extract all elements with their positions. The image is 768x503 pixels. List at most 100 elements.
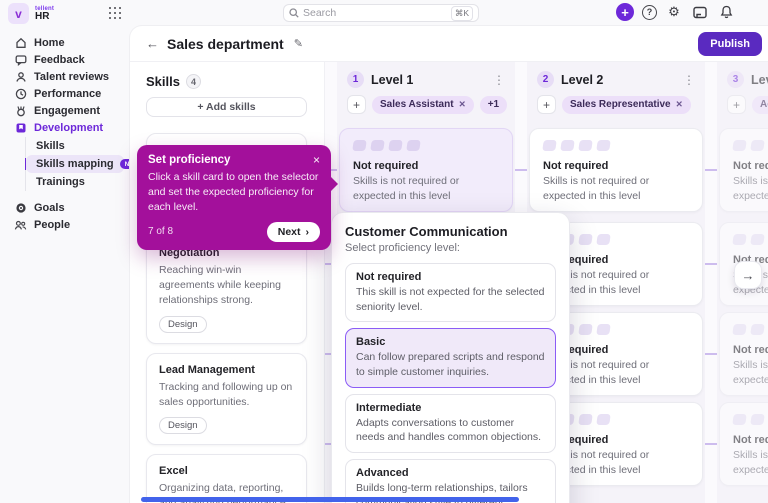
proficiency-pip — [578, 234, 593, 245]
role-chip-label: Sales Assistant — [380, 99, 454, 110]
row-connector — [705, 443, 717, 445]
sidebar-item-skills-mapping[interactable]: Skills mapping NEW — [24, 155, 146, 173]
sidebar-label: Goals — [34, 201, 65, 214]
skill-title: Lead Management — [159, 363, 255, 376]
proficiency-pip — [388, 140, 403, 151]
add-role-button[interactable]: + — [537, 95, 556, 114]
role-chip-label: Account — [760, 99, 768, 110]
role-chip[interactable]: Sales Representative ✕ — [562, 95, 691, 114]
proficiency-cell[interactable]: Not required Skills is not required or e… — [719, 128, 768, 212]
next-button[interactable]: Next › — [266, 221, 320, 242]
notifications-bell-icon[interactable] — [717, 3, 735, 21]
option-not-required[interactable]: Not required This skill is not expected … — [345, 263, 556, 323]
back-arrow-icon[interactable]: ← — [146, 36, 159, 51]
add-role-button[interactable]: + — [347, 95, 366, 114]
chevron-right-icon: › — [305, 225, 310, 238]
option-title: Intermediate — [356, 401, 422, 414]
page-title: Sales department — [167, 35, 284, 52]
row-connector — [705, 353, 717, 355]
skills-count-badge: 4 — [185, 74, 201, 89]
sidebar-label: Performance — [34, 87, 102, 100]
proficiency-pip — [732, 234, 747, 245]
proficiency-pip — [578, 140, 593, 151]
sidebar-item-talent-reviews[interactable]: Talent reviews — [10, 68, 124, 85]
sidebar-item-goals[interactable]: Goals — [10, 199, 124, 216]
skill-card-lead-management[interactable]: Lead Management Tracking and following u… — [146, 352, 307, 446]
add-role-button[interactable]: + — [727, 95, 746, 114]
inbox-icon[interactable] — [691, 3, 709, 21]
sidebar-item-trainings[interactable]: Trainings — [26, 173, 124, 191]
search-input[interactable] — [303, 7, 447, 19]
sidebar-label: Talent reviews — [34, 70, 109, 83]
skill-title: Excel — [159, 465, 188, 478]
publish-button[interactable]: Publish — [698, 31, 762, 56]
option-intermediate[interactable]: Intermediate Adapts conversations to cus… — [345, 393, 556, 454]
sidebar-item-skills[interactable]: Skills — [26, 137, 124, 155]
skill-card-excel[interactable]: Excel Organizing data, reporting, and an… — [146, 454, 307, 503]
row-connector — [705, 263, 717, 265]
sidebar-item-feedback[interactable]: Feedback — [10, 51, 124, 68]
option-title: Not required — [356, 271, 422, 283]
role-chip-overflow[interactable]: +1 — [479, 95, 508, 114]
cell-title: Not required — [543, 160, 609, 172]
kebab-menu-icon[interactable]: ⋮ — [683, 73, 695, 87]
role-chip[interactable]: Sales Assistant ✕ — [372, 95, 474, 114]
search-bar[interactable]: ⌘K — [283, 4, 479, 22]
edit-pencil-icon[interactable]: ✎ — [294, 37, 303, 50]
sidebar-item-people[interactable]: People — [10, 216, 124, 233]
app-logo[interactable]: v tellent HR — [8, 3, 54, 24]
skill-tag: Design — [159, 315, 207, 333]
sidebar-item-performance[interactable]: Performance — [10, 85, 124, 102]
option-title: Basic — [356, 336, 386, 349]
cell-title: Not required — [733, 434, 768, 446]
apps-grid-icon[interactable] — [109, 7, 122, 20]
proficiency-cell[interactable]: Not required Skills is not required or e… — [719, 312, 768, 396]
sidebar-item-engagement[interactable]: Engagement — [10, 102, 124, 119]
add-skills-button[interactable]: + Add skills — [146, 97, 307, 117]
sidebar: Home Feedback Talent reviews Performance… — [0, 26, 146, 503]
skill-card-negotiation[interactable]: Negotiation Reaching win-win agreements … — [146, 236, 307, 344]
row-connector — [705, 169, 717, 171]
cell-description: Skills is not required or expected in th… — [733, 175, 768, 202]
cell-description: Skills is not required or expected in th… — [543, 175, 650, 202]
proficiency-cell[interactable]: Not required Skills is not required or e… — [719, 402, 768, 486]
development-icon — [14, 122, 27, 134]
proficiency-pip — [596, 140, 611, 151]
logo-text: tellent HR — [35, 6, 54, 22]
proficiency-cell[interactable]: Not required Skills is not required or e… — [339, 128, 513, 212]
proficiency-pip — [750, 234, 765, 245]
onboarding-tooltip: Set proficiency × Click a skill card to … — [137, 145, 338, 250]
proficiency-pip — [732, 140, 747, 151]
scroll-right-button[interactable]: → — [734, 261, 762, 289]
proficiency-pip — [750, 324, 765, 335]
proficiency-pip — [578, 414, 593, 425]
horizontal-scrollbar-thumb[interactable] — [141, 497, 519, 502]
cell-description: Skills is not required or expected in th… — [733, 449, 768, 476]
settings-gear-icon[interactable]: ⚙ — [665, 3, 683, 21]
help-icon[interactable]: ? — [642, 4, 657, 20]
people-icon — [14, 219, 27, 231]
sidebar-item-home[interactable]: Home — [10, 34, 124, 51]
skill-description: Reaching win-win agreements while keepin… — [159, 264, 281, 307]
level-3-header: 3 Level 3 ⋮ + Account — [717, 62, 768, 114]
role-chip[interactable]: Account — [752, 95, 768, 114]
cell-title: Not required — [733, 344, 768, 356]
option-basic[interactable]: Basic Can follow prepared scripts and re… — [345, 328, 556, 388]
chip-close-icon[interactable]: ✕ — [676, 99, 683, 110]
skills-panel: Skills 4 + Add skills Negotiation Reachi… — [130, 62, 325, 503]
skills-panel-header: Skills 4 — [146, 74, 307, 89]
kebab-menu-icon[interactable]: ⋮ — [493, 73, 505, 87]
proficiency-cell[interactable]: Not required Skills is not required or e… — [529, 128, 703, 212]
cell-title: Not required — [733, 160, 768, 172]
create-button[interactable]: + — [616, 3, 634, 21]
sidebar-label: People — [34, 218, 71, 231]
level-number-badge: 3 — [727, 71, 744, 88]
close-icon[interactable]: × — [313, 154, 320, 166]
sidebar-item-development[interactable]: Development — [10, 119, 124, 136]
cell-title: Not required — [353, 160, 419, 172]
chip-close-icon[interactable]: ✕ — [459, 99, 466, 110]
proficiency-pip — [560, 140, 575, 151]
sidebar-label: Trainings — [36, 176, 85, 188]
cell-description: Skills is not required or expected in th… — [353, 175, 460, 202]
